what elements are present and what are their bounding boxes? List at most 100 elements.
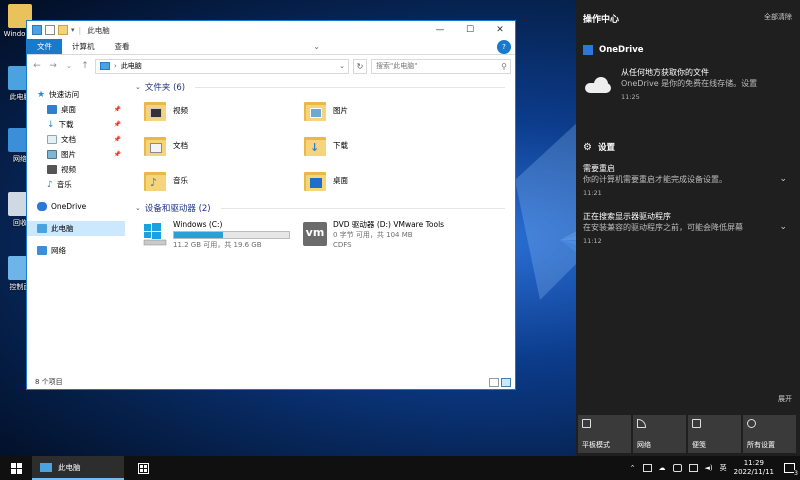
notification-body: OneDrive 是你的免费在线存储。设置 <box>621 79 758 88</box>
properties-icon[interactable] <box>45 25 55 35</box>
folder-item[interactable]: ♪ 音乐 <box>143 167 303 194</box>
clear-all-button[interactable]: 全部清除 <box>764 12 792 25</box>
folders-group-header[interactable]: ⌄ 文件夹 (6) <box>135 79 505 95</box>
up-button[interactable]: ↑ <box>79 61 91 71</box>
nav-music[interactable]: ♪ 音乐 <box>27 177 125 192</box>
nav-this-pc[interactable]: 此电脑 <box>27 221 125 236</box>
nav-quick-access[interactable]: ★ 快速访问 <box>27 87 125 102</box>
recent-locations-button[interactable]: ⌄ <box>63 62 75 70</box>
pin-icon: 📌 <box>113 151 121 158</box>
collapse-chevron-icon[interactable]: ⌄ <box>135 204 141 212</box>
nav-label: 桌面 <box>61 105 76 114</box>
maximize-button[interactable]: ☐ <box>455 21 485 39</box>
address-dropdown-icon[interactable]: ⌄ <box>336 62 348 70</box>
tab-file[interactable]: 文件 <box>27 39 62 54</box>
forward-button[interactable]: → <box>47 61 59 71</box>
cloud-icon <box>585 75 613 95</box>
notification-body: 在安装兼容的驱动程序之前，可能会降低屏幕 <box>583 223 743 232</box>
taskbar-app-explorer[interactable]: 此电脑 <box>32 456 124 480</box>
chevron-down-icon[interactable]: ⌄ <box>779 174 787 184</box>
quick-action-network[interactable]: 网络 <box>633 415 686 453</box>
explorer-window[interactable]: ▾ | 此电脑 — ☐ ✕ 文件 计算机 查看 ⌄ ? ← → ⌄ ↑ › 此电… <box>26 20 516 390</box>
nav-documents[interactable]: 文档 📌 <box>27 132 125 147</box>
folder-label: 桌面 <box>333 176 348 185</box>
start-button[interactable] <box>0 456 32 480</box>
store-icon <box>137 462 149 474</box>
note-icon <box>692 419 701 428</box>
tab-computer[interactable]: 计算机 <box>62 39 105 54</box>
music-icon: ♪ <box>47 179 53 190</box>
drive-item-d[interactable]: vm DVD 驱动器 (D:) VMware Tools 0 字节 可用，共 1… <box>303 220 503 256</box>
address-bar[interactable]: › 此电脑 ⌄ <box>95 58 349 74</box>
chevron-down-icon[interactable]: ⌄ <box>779 222 787 232</box>
notification-title: 从任何地方获取你的文件 <box>621 68 709 77</box>
nav-desktop[interactable]: 桌面 📌 <box>27 102 125 117</box>
minimize-button[interactable]: — <box>425 21 455 39</box>
item-count: 8 个项目 <box>35 378 63 386</box>
status-bar: 8 个项目 <box>27 375 515 389</box>
onedrive-notification[interactable]: 从任何地方获取你的文件 OneDrive 是你的免费在线存储。设置 11:25 <box>583 67 793 101</box>
details-view-icon[interactable] <box>489 377 499 387</box>
explorer-body: ★ 快速访问 桌面 📌 ↓ 下载 📌 文档 📌 图片 📌 视频 ♪ 音乐 One… <box>27 77 515 375</box>
this-pc-icon <box>40 462 52 472</box>
keyboard-icon[interactable] <box>642 464 652 472</box>
title-separator: | <box>78 25 82 35</box>
drive-label: Windows (C:) <box>173 220 223 229</box>
nav-pictures[interactable]: 图片 📌 <box>27 147 125 162</box>
quick-action-note[interactable]: 便笺 <box>688 415 741 453</box>
customize-qa-icon[interactable]: ▾ <box>71 26 75 34</box>
nav-onedrive[interactable]: OneDrive <box>27 199 125 214</box>
network-tray-icon[interactable] <box>688 464 698 472</box>
folder-item[interactable]: 桌面 <box>303 167 463 194</box>
restart-notification[interactable]: 需要重启 你的计算机需要重启才能完成设备设置。 11:21 ⌄ <box>583 163 793 197</box>
search-input[interactable]: 搜索"此电脑" ⚲ <box>371 58 511 74</box>
new-folder-icon[interactable] <box>58 25 68 35</box>
nav-label: 快速访问 <box>49 90 80 99</box>
desktop-folder-icon <box>303 169 327 193</box>
collapse-chevron-icon[interactable]: ⌄ <box>135 83 141 91</box>
quick-action-tablet-mode[interactable]: 平板模式 <box>578 415 631 453</box>
tray-chevron-icon[interactable]: ⌃ <box>630 464 636 472</box>
action-center-title: 操作中心 <box>583 15 620 25</box>
nav-network[interactable]: 网络 <box>27 243 125 258</box>
nav-label: 网络 <box>51 246 66 255</box>
quick-action-all-settings[interactable]: 所有设置 <box>743 415 796 453</box>
taskbar-store[interactable] <box>124 462 162 474</box>
settings-source-header[interactable]: ⚙ 设置 <box>583 141 793 154</box>
action-center-button[interactable]: 3 <box>778 456 800 480</box>
driver-search-notification[interactable]: 正在搜索显示器驱动程序 在安装兼容的驱动程序之前，可能会降低屏幕 11:12 ⌄ <box>583 211 793 245</box>
device-icon[interactable] <box>672 464 682 472</box>
this-pc-icon <box>32 25 42 35</box>
nav-videos[interactable]: 视频 <box>27 162 125 177</box>
ime-indicator[interactable]: 英 <box>720 463 727 473</box>
help-icon[interactable]: ? <box>497 40 511 54</box>
folder-item[interactable]: 图片 <box>303 97 463 124</box>
nav-downloads[interactable]: ↓ 下载 📌 <box>27 117 125 132</box>
desktop-icon <box>47 105 57 114</box>
folder-item[interactable]: 文档 <box>143 132 303 159</box>
music-folder-icon: ♪ <box>143 169 167 193</box>
this-pc-icon <box>37 224 47 233</box>
onedrive-source-header[interactable]: OneDrive <box>583 43 793 57</box>
drive-grid: Windows (C:) 11.2 GB 可用，共 19.6 GB vm DVD… <box>135 220 505 256</box>
drives-group-header[interactable]: ⌄ 设备和驱动器 (2) <box>135 200 505 216</box>
tile-label: 所有设置 <box>747 441 775 449</box>
tiles-view-icon[interactable] <box>501 377 511 387</box>
close-button[interactable]: ✕ <box>485 21 515 39</box>
volume-icon[interactable]: ◄) <box>705 464 713 472</box>
back-button[interactable]: ← <box>31 61 43 71</box>
folder-item[interactable]: 视频 <box>143 97 303 124</box>
tab-view[interactable]: 查看 <box>105 39 140 54</box>
onedrive-icon <box>37 202 47 211</box>
folder-item[interactable]: ↓ 下载 <box>303 132 463 159</box>
breadcrumb-chevron-icon[interactable]: › <box>114 62 117 70</box>
nav-label: 图片 <box>61 150 76 159</box>
expand-button[interactable]: 展开 <box>778 394 792 404</box>
drive-item-c[interactable]: Windows (C:) 11.2 GB 可用，共 19.6 GB <box>143 220 303 256</box>
video-folder-icon <box>143 99 167 123</box>
expand-ribbon-icon[interactable]: ⌄ <box>313 42 323 54</box>
title-bar[interactable]: ▾ | 此电脑 — ☐ ✕ <box>27 21 515 39</box>
refresh-button[interactable]: ↻ <box>353 58 367 74</box>
clock[interactable]: 11:29 2022/11/11 <box>734 459 774 477</box>
onedrive-tray-icon[interactable]: ☁ <box>659 464 666 472</box>
